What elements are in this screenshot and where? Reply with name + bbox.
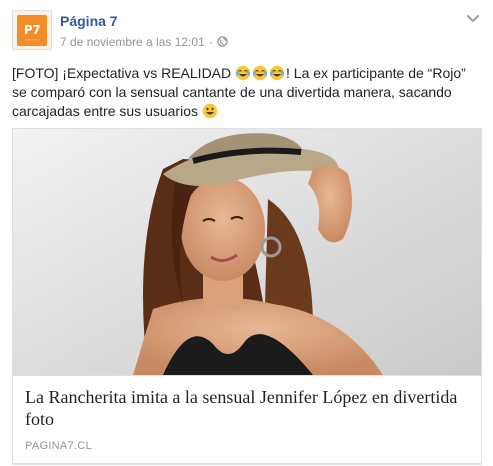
page-name-link[interactable]: Página 7 [60,12,118,30]
link-preview-info[interactable]: La Rancherita imita a la sensual Jennife… [13,375,481,464]
woman-in-hat-photo [13,129,481,375]
page-avatar[interactable]: P7 [12,10,52,50]
link-title[interactable]: La Rancherita imita a la sensual Jennife… [25,386,469,430]
tears-of-joy-emoji [252,65,268,81]
facebook-post: P7 Página 7 7 de noviembre a las 12:01 · … [0,0,493,466]
link-preview-card[interactable]: La Rancherita imita a la sensual Jennife… [12,128,482,465]
post-timestamp[interactable]: 7 de noviembre a las 12:01 [60,35,205,49]
link-domain: PAGINA7.CL [25,440,92,452]
tears-of-joy-emoji [269,65,285,81]
post-meta: 7 de noviembre a las 12:01 · [60,34,228,50]
meta-separator: · [208,35,213,49]
post-header: P7 Página 7 7 de noviembre a las 12:01 · [12,10,481,54]
globe-icon[interactable] [217,36,228,47]
tears-of-joy-emoji [235,65,251,81]
smiley-emoji [202,103,218,119]
post-text-part1: [FOTO] ¡Expectativa vs REALIDAD [12,65,236,81]
chevron-down-icon[interactable] [465,10,481,26]
post-message: [FOTO] ¡Expectativa vs REALIDAD ! La ex … [12,64,482,121]
page-logo: P7 [17,15,47,46]
link-preview-image[interactable] [13,129,481,375]
